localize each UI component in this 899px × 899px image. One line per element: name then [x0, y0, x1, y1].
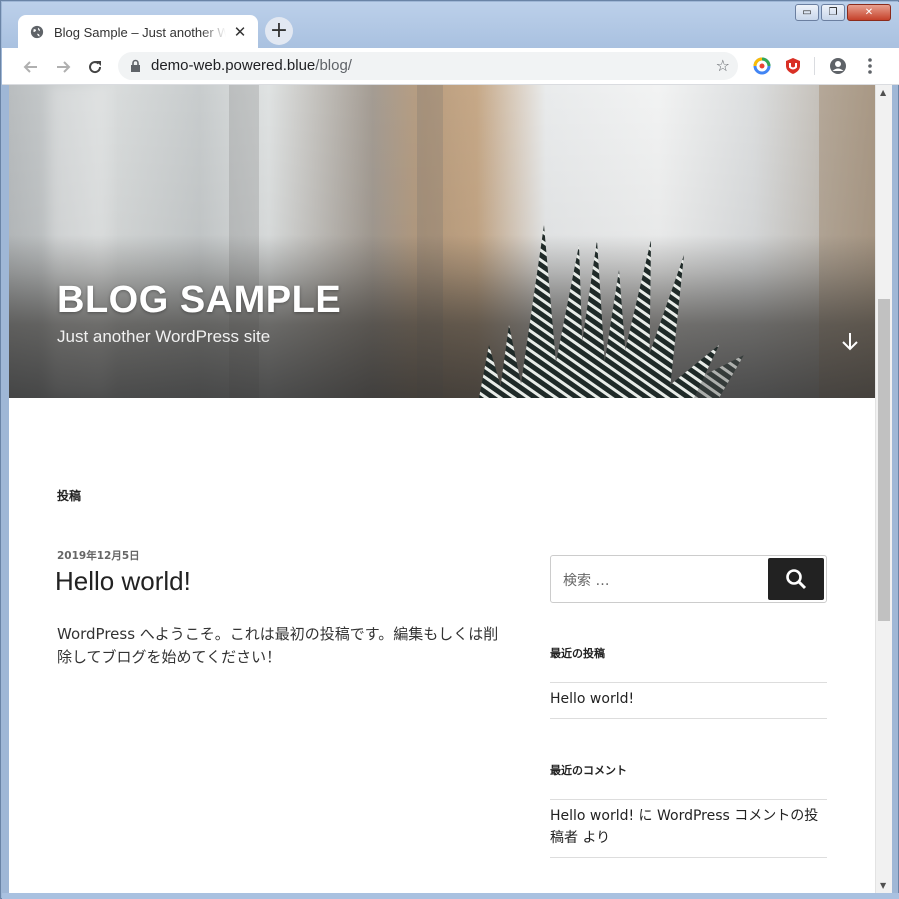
header-image: BLOG SAMPLE Just another WordPress site: [9, 85, 875, 398]
extension-circle-icon: [753, 57, 771, 75]
browser-tab[interactable]: Blog Sample – Just another WordPress sit…: [18, 15, 258, 49]
search-form: 検索 …: [550, 555, 827, 603]
divider: [550, 682, 827, 683]
new-tab-button[interactable]: +: [265, 17, 293, 45]
toolbar-divider: [814, 57, 815, 75]
search-icon: [786, 569, 807, 590]
menu-button[interactable]: [860, 56, 880, 76]
post-body: WordPress へようこそ。これは最初の投稿です。編集もしくは削除してブログ…: [57, 625, 499, 666]
tab-title: Blog Sample – Just another WordPress sit…: [54, 24, 226, 40]
search-input[interactable]: 検索 …: [563, 570, 609, 590]
profile-icon: [830, 58, 846, 74]
post-date[interactable]: 2019年12月5日: [57, 548, 140, 563]
recent-comments-title: 最近のコメント: [550, 764, 627, 777]
url-host: demo-web.powered.blue: [151, 57, 316, 74]
forward-button[interactable]: [50, 54, 76, 80]
profile-button[interactable]: [828, 56, 848, 76]
forward-arrow-icon: [57, 61, 71, 73]
scroll-up-arrow-icon[interactable]: ▲: [880, 88, 886, 97]
search-button[interactable]: [768, 558, 824, 600]
url-path: /blog/: [315, 57, 352, 74]
vertical-scrollbar[interactable]: ▲ ▼: [875, 85, 892, 893]
lock-icon: [131, 59, 140, 72]
site-title[interactable]: BLOG SAMPLE: [57, 279, 341, 322]
browser-window: Blog Sample – Just another WordPress sit…: [0, 0, 899, 899]
divider: [550, 857, 827, 858]
maximize-button[interactable]: ❐: [821, 4, 845, 21]
window-bottom-frame: [2, 893, 899, 899]
url-text: demo-web.powered.blue/blog/: [151, 57, 352, 74]
divider: [550, 718, 827, 719]
scroll-down-arrow-icon[interactable]: [839, 329, 861, 353]
page-viewport: BLOG SAMPLE Just another WordPress site …: [9, 85, 875, 893]
scroll-down-button-icon[interactable]: ▼: [880, 881, 886, 890]
plant-illustration: [479, 225, 744, 398]
recent-post-link[interactable]: Hello world!: [550, 688, 827, 710]
minimize-button[interactable]: ▭: [795, 4, 819, 21]
scrollbar-thumb[interactable]: [878, 299, 890, 621]
divider: [550, 799, 827, 800]
back-arrow-icon: [23, 61, 37, 73]
back-button[interactable]: [18, 54, 44, 80]
post-title[interactable]: Hello world!: [55, 566, 191, 597]
bookmark-star-icon[interactable]: ☆: [716, 57, 730, 75]
recent-comment-link[interactable]: Hello world! に WordPress コメントの投稿者 より: [550, 805, 827, 849]
reload-icon: [89, 61, 102, 74]
window-controls: ▭ ❐ ✕: [795, 4, 891, 21]
extension-shield-icon[interactable]: [783, 56, 803, 76]
close-tab-icon[interactable]: ✕: [232, 23, 248, 41]
globe-icon: [30, 25, 44, 39]
kebab-menu-icon: [868, 58, 872, 74]
section-label: 投稿: [57, 489, 82, 503]
recent-posts-title: 最近の投稿: [550, 647, 605, 660]
reload-button[interactable]: [82, 54, 108, 80]
address-bar[interactable]: demo-web.powered.blue/blog/ ☆: [118, 52, 738, 80]
shield-icon: [786, 58, 800, 74]
extension-google-icon[interactable]: [752, 56, 772, 76]
site-description: Just another WordPress site: [57, 327, 271, 346]
browser-toolbar: demo-web.powered.blue/blog/ ☆: [2, 48, 899, 85]
tab-strip: Blog Sample – Just another WordPress sit…: [2, 2, 899, 49]
close-window-button[interactable]: ✕: [847, 4, 891, 21]
